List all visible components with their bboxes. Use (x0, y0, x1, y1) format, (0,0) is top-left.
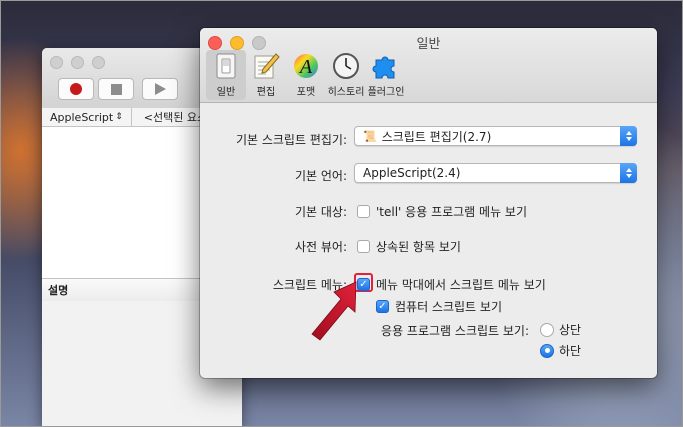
run-button[interactable] (142, 78, 178, 100)
dictionary-viewer-label: 사전 뷰어: (294, 240, 347, 254)
preferences-titlebar: 일반 일반 편집 A 포맷 히스토리 플러그인 (200, 28, 657, 103)
bottom-radio-label: 하단 (559, 344, 582, 358)
tell-menu-text: 'tell' 응용 프로그램 메뉴 보기 (376, 205, 528, 219)
inherited-items-text: 상속된 항목 보기 (376, 240, 461, 254)
top-radio[interactable] (540, 322, 554, 337)
computer-scripts-checkbox[interactable]: ✓ (376, 300, 389, 313)
updown-chevron-icon: ⇕ (115, 112, 123, 122)
default-language-value: AppleScript(2.4) (363, 166, 461, 180)
checkmark-icon: ✓ (378, 300, 387, 312)
bottom-radio[interactable] (540, 343, 554, 358)
popup-arrows-icon (620, 126, 637, 146)
tab-label: 히스토리 (327, 87, 365, 98)
tab-editing[interactable]: 편집 (246, 50, 286, 100)
tab-label: 포맷 (296, 87, 316, 98)
stop-icon (110, 83, 122, 95)
tab-general[interactable]: 일반 (206, 50, 246, 100)
top-radio-label: 상단 (559, 323, 582, 337)
app-scripts-bottom-option[interactable]: 하단 (540, 342, 581, 359)
zoom-button[interactable] (92, 56, 105, 69)
inherited-items-checkbox[interactable] (357, 240, 370, 253)
default-editor-label: 기본 스크립트 편집기: (235, 133, 347, 147)
switch-icon (212, 52, 240, 80)
default-language-popup[interactable]: AppleScript(2.4) (354, 163, 637, 183)
computer-scripts-option[interactable]: ✓ 컴퓨터 스크립트 보기 (376, 298, 502, 315)
tab-label: 편집 (256, 87, 276, 98)
close-button[interactable] (50, 56, 63, 69)
script-editor-app-icon: 📜 (363, 129, 377, 143)
default-language-label: 기본 언어: (294, 169, 347, 183)
annotation-arrow-icon (311, 281, 357, 341)
app-scripts-top-option[interactable]: 상단 (540, 321, 581, 338)
app-scripts-label: 응용 프로그램 스크립트 보기: (381, 324, 529, 338)
play-icon (154, 83, 166, 95)
language-popup[interactable]: AppleScript ⇕ (42, 108, 132, 126)
preferences-toolbar: 일반 편집 A 포맷 히스토리 플러그인 (206, 50, 406, 100)
pencil-paper-icon (252, 52, 280, 80)
record-icon (70, 83, 82, 95)
preferences-window: 일반 일반 편집 A 포맷 히스토리 플러그인 기본 스크립트 편집기: 📜 스… (200, 28, 657, 378)
computer-scripts-text: 컴퓨터 스크립트 보기 (395, 300, 502, 314)
default-target-label: 기본 대상: (294, 205, 347, 219)
editor-window-controls (50, 56, 105, 69)
clock-icon (332, 52, 360, 80)
record-button[interactable] (58, 78, 94, 100)
tab-plugins[interactable]: 플러그인 (366, 50, 406, 100)
puzzle-icon (372, 52, 400, 80)
tell-menu-checkbox[interactable] (357, 205, 370, 218)
svg-text:A: A (298, 56, 313, 78)
default-editor-popup[interactable]: 📜 스크립트 편집기(2.7) (354, 126, 637, 146)
inherited-items-option[interactable]: 상속된 항목 보기 (357, 238, 461, 255)
language-popup-label: AppleScript (50, 110, 114, 124)
popup-arrows-icon (620, 163, 637, 183)
show-script-menu-text: 메뉴 막대에서 스크립트 메뉴 보기 (376, 278, 546, 292)
tell-menu-option[interactable]: 'tell' 응용 프로그램 메뉴 보기 (357, 203, 527, 220)
stop-button[interactable] (98, 78, 134, 100)
tab-history[interactable]: 히스토리 (326, 50, 366, 100)
minimize-button[interactable] (71, 56, 84, 69)
tab-label: 일반 (216, 87, 236, 98)
show-script-menu-option[interactable]: ✓ 메뉴 막대에서 스크립트 메뉴 보기 (357, 276, 546, 293)
default-editor-value: 스크립트 편집기(2.7) (381, 129, 492, 144)
tab-label: 플러그인 (367, 87, 405, 98)
tab-format[interactable]: A 포맷 (286, 50, 326, 100)
font-a-icon: A (292, 52, 320, 80)
